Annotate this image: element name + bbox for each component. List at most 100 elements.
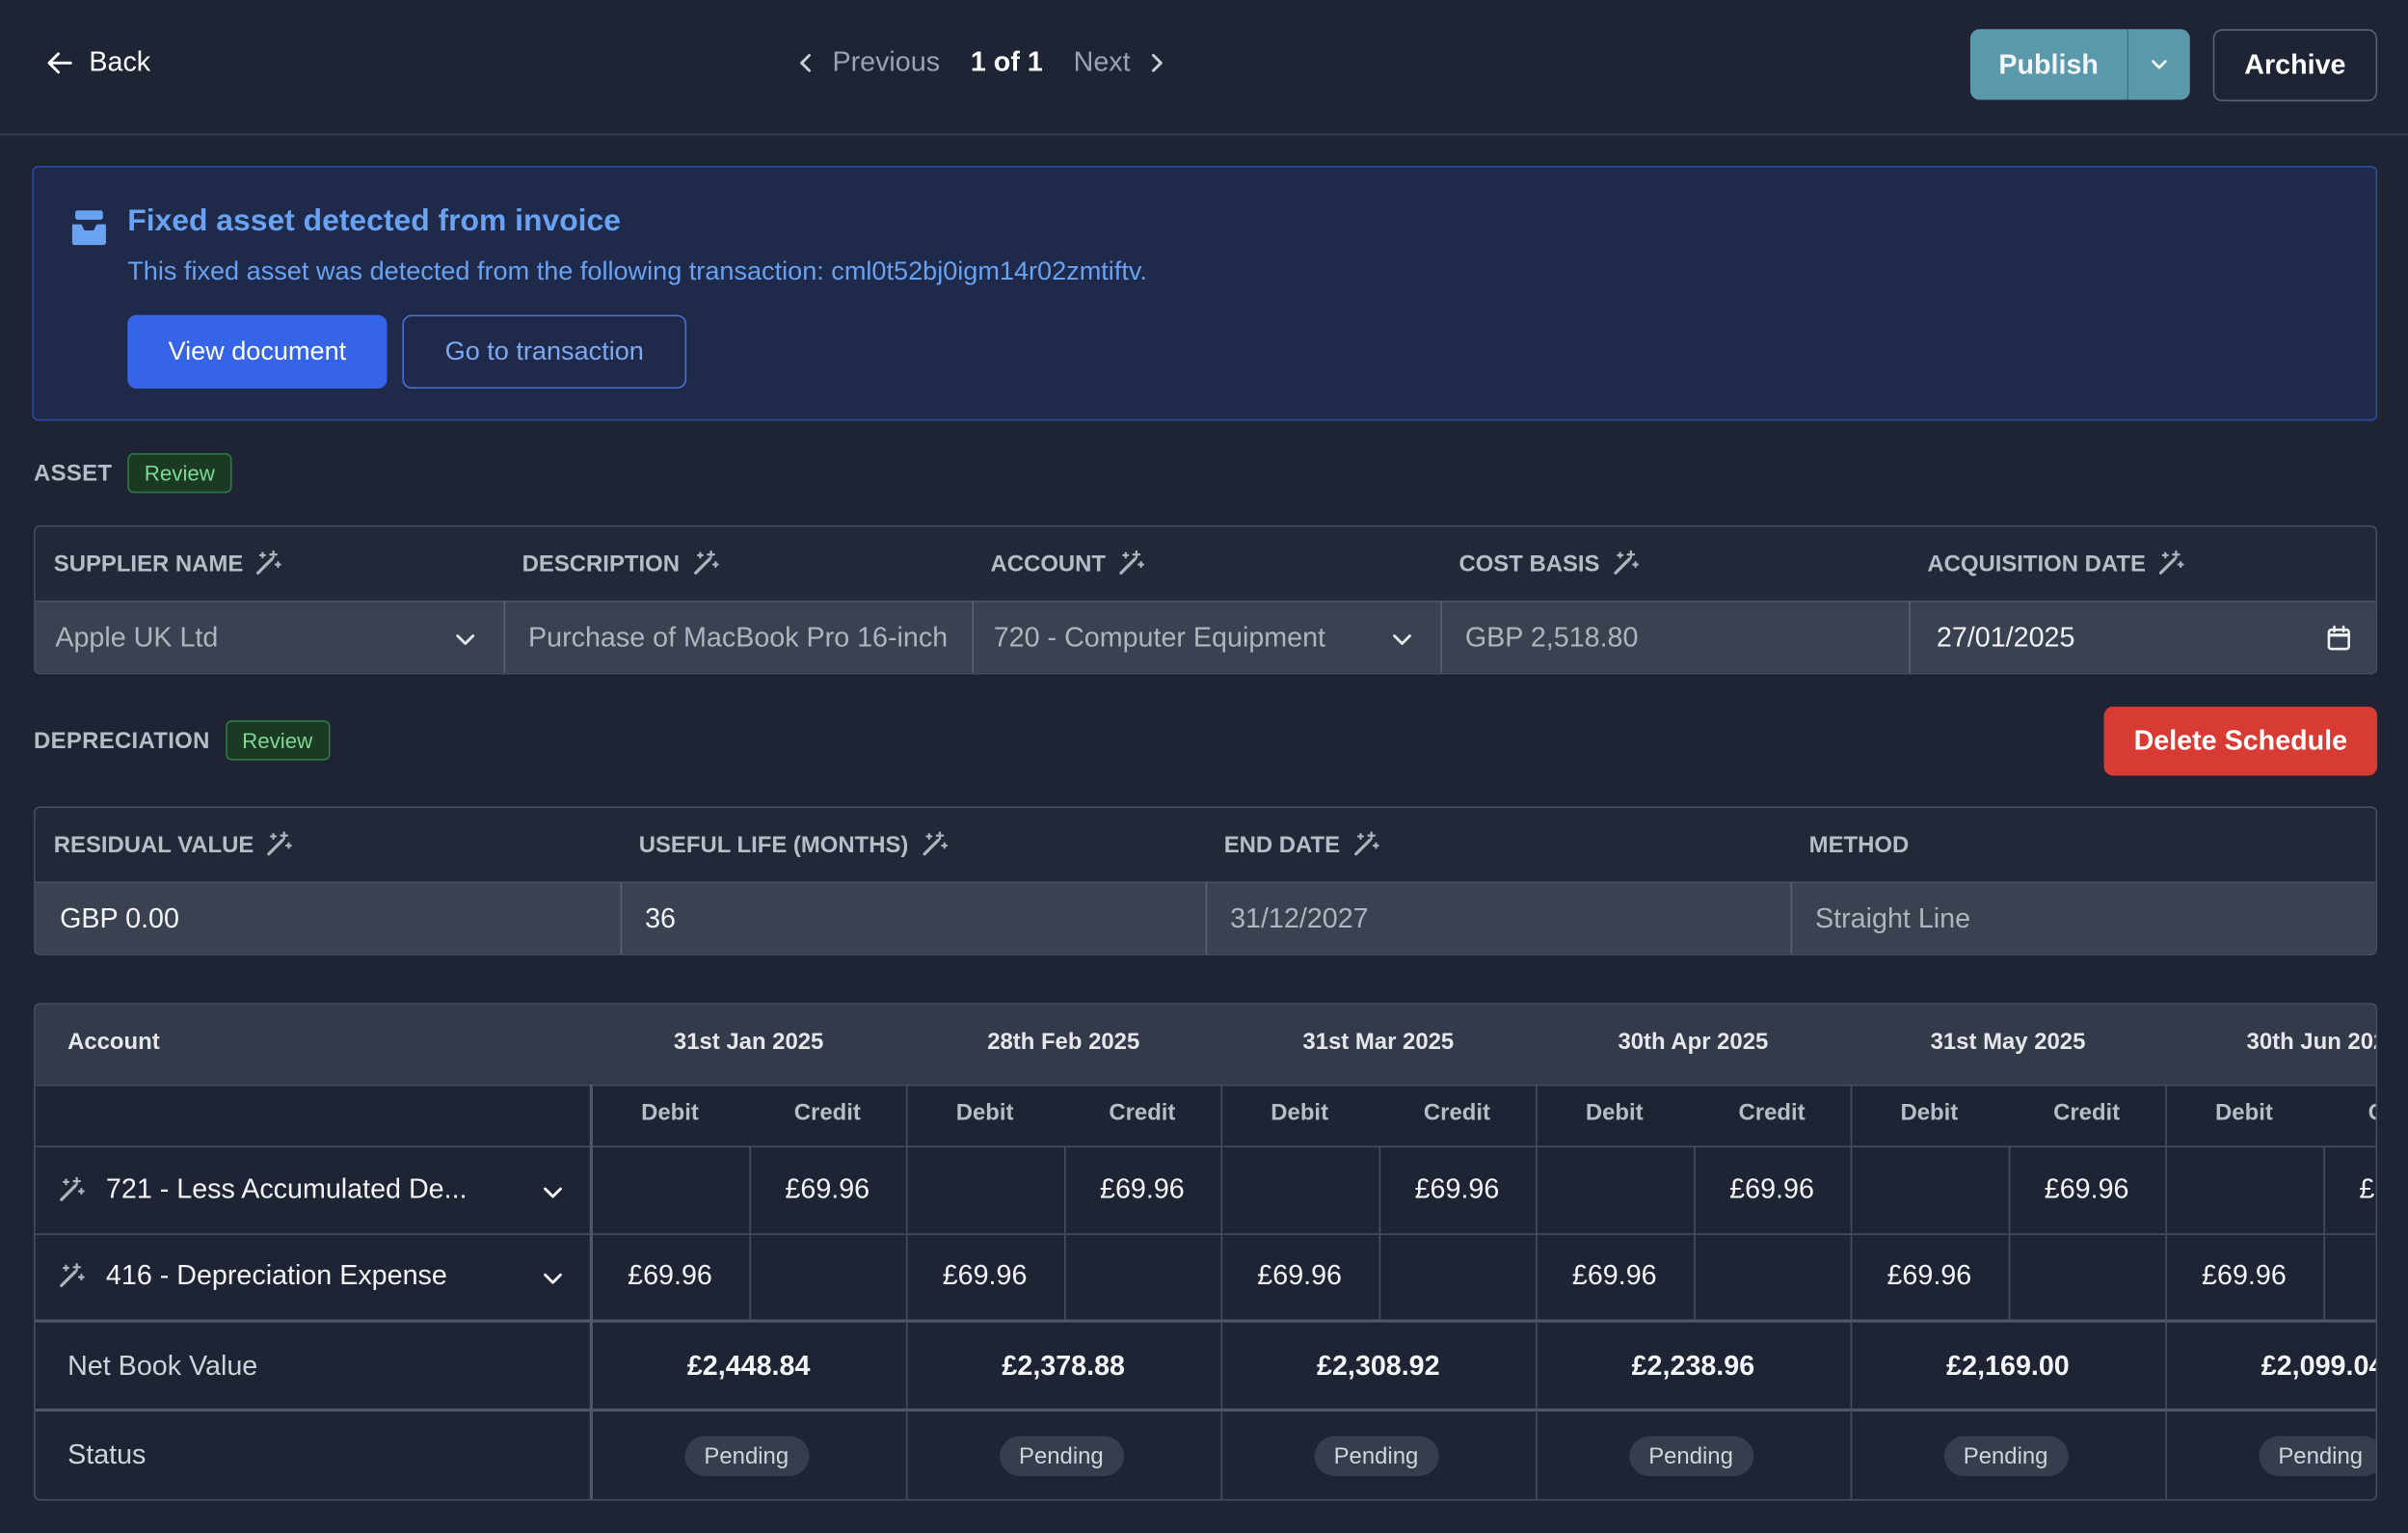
cost-basis-input[interactable]: GBP 2,518.80 — [1440, 600, 1910, 673]
end-date-value: 31/12/2027 — [1230, 902, 1369, 934]
credit-header: Credit — [2053, 1099, 2121, 1126]
banner-title: Fixed asset detected from invoice — [127, 203, 621, 238]
view-document-button[interactable]: View document — [127, 314, 388, 390]
description-header-label: DESCRIPTION — [522, 551, 680, 578]
account-column-divider — [589, 1084, 593, 1499]
row-account-select[interactable]: 416 - Depreciation Expense — [106, 1259, 447, 1291]
net-book-value-cell: £2,308.92 — [1317, 1350, 1440, 1382]
top-bar: Back Previous 1 of 1 Next Publish Archiv… — [0, 0, 2408, 136]
end-date-header-label: END DATE — [1223, 831, 1341, 858]
method-input[interactable]: Straight Line — [1790, 881, 2376, 955]
status-badge: Pending — [1313, 1436, 1439, 1476]
status-badge: Pending — [1628, 1436, 1753, 1476]
account-value: 720 - Computer Equipment — [993, 622, 1326, 654]
previous-button[interactable]: Previous — [795, 46, 940, 78]
period-header: 31st Mar 2025 — [1302, 1029, 1455, 1056]
supplier-name-header-label: SUPPLIER NAME — [53, 551, 244, 578]
credit-cell[interactable]: £69.96 — [2323, 1173, 2375, 1205]
debit-cell[interactable]: £69.96 — [2165, 1259, 2322, 1291]
depreciation-fields: RESIDUAL VALUE USEFUL LIFE (MONTHS) END … — [34, 806, 2378, 955]
acquisition-date-input[interactable]: 27/01/2025 — [1909, 600, 2376, 673]
column-divider — [905, 1084, 908, 1499]
period-header: 31st Jan 2025 — [673, 1029, 824, 1056]
debit-credit-divider — [1378, 1145, 1380, 1320]
magic-wand-icon — [1119, 550, 1144, 575]
row-account-select[interactable]: 721 - Less Accumulated De... — [106, 1173, 468, 1205]
debit-cell[interactable]: £69.96 — [906, 1259, 1063, 1291]
chevron-down-icon — [456, 634, 475, 645]
supplier-name-select[interactable]: Apple UK Ltd — [35, 600, 504, 673]
debit-cell[interactable]: £69.96 — [1221, 1259, 1378, 1291]
debit-credit-divider — [1693, 1145, 1695, 1320]
period-header: 30th Apr 2025 — [1618, 1029, 1769, 1056]
description-input[interactable]: Purchase of MacBook Pro 16-inch — [503, 600, 973, 673]
debit-header: Debit — [955, 1099, 1014, 1126]
period-header: 28th Feb 2025 — [987, 1029, 1140, 1056]
inbox-icon — [71, 210, 106, 246]
residual-value-input[interactable]: GBP 0.00 — [35, 881, 621, 955]
status-badge: Pending — [1943, 1436, 2069, 1476]
chevron-down-icon[interactable] — [539, 1178, 567, 1206]
account-select[interactable]: 720 - Computer Equipment — [972, 600, 1441, 673]
depreciation-review-badge: Review — [225, 720, 330, 761]
page: Back Previous 1 of 1 Next Publish Archiv… — [0, 0, 2408, 1533]
publish-button-group: Publish — [1969, 29, 2190, 100]
method-value: Straight Line — [1815, 902, 1971, 934]
back-button[interactable]: Back — [46, 46, 150, 78]
publish-button[interactable]: Publish — [1970, 29, 2127, 99]
calendar-icon[interactable] — [2327, 625, 2351, 651]
end-date-input[interactable]: 31/12/2027 — [1205, 881, 1791, 955]
archive-button[interactable]: Archive — [2212, 29, 2378, 102]
chevron-down-icon — [1393, 634, 1411, 645]
description-value: Purchase of MacBook Pro 16-inch — [528, 622, 947, 654]
credit-cell[interactable]: £69.96 — [1693, 1173, 1850, 1205]
row-divider — [35, 1408, 2376, 1412]
debit-header: Debit — [2215, 1099, 2273, 1126]
account-header-label: ACCOUNT — [990, 551, 1107, 578]
subheader-divider — [35, 1145, 2376, 1148]
column-divider — [1220, 1084, 1223, 1499]
credit-cell[interactable]: £69.96 — [2008, 1173, 2165, 1205]
debit-cell[interactable]: £69.96 — [1536, 1259, 1693, 1291]
account-column-header: Account — [67, 1029, 160, 1056]
chevron-right-icon — [1152, 53, 1163, 71]
method-header: METHOD — [1791, 808, 2376, 881]
acquisition-date-header: ACQUISITION DATE — [1909, 526, 2375, 600]
header-divider — [35, 1084, 2376, 1087]
net-book-value-label: Net Book Value — [67, 1350, 258, 1382]
go-to-transaction-button[interactable]: Go to transaction — [402, 314, 687, 390]
residual-value-header: RESIDUAL VALUE — [36, 808, 621, 881]
cost-basis-header-label: COST BASIS — [1458, 551, 1600, 578]
end-date-header: END DATE — [1206, 808, 1791, 881]
delete-schedule-button[interactable]: Delete Schedule — [2103, 706, 2378, 776]
net-book-value-cell: £2,099.04 — [2261, 1350, 2378, 1382]
credit-cell[interactable]: £69.96 — [1378, 1173, 1536, 1205]
asset-review-badge: Review — [127, 452, 232, 494]
period-header: 31st May 2025 — [1930, 1029, 2086, 1056]
net-book-value-cell: £2,169.00 — [1946, 1350, 2070, 1382]
credit-cell[interactable]: £69.96 — [1063, 1173, 1220, 1205]
cost-basis-header: COST BASIS — [1440, 526, 1909, 600]
magic-wand-icon — [922, 831, 948, 856]
residual-value-value: GBP 0.00 — [60, 902, 179, 934]
cost-basis-value: GBP 2,518.80 — [1464, 622, 1639, 654]
debit-credit-divider — [748, 1145, 751, 1320]
debit-cell[interactable]: £69.96 — [591, 1259, 748, 1291]
detection-banner: Fixed asset detected from invoice This f… — [32, 166, 2378, 421]
useful-life-input[interactable]: 36 — [620, 881, 1206, 955]
publish-options-button[interactable] — [2127, 29, 2189, 100]
debit-cell[interactable]: £69.96 — [1851, 1259, 2008, 1291]
chevron-down-icon[interactable] — [539, 1264, 567, 1292]
row-divider — [35, 1319, 2376, 1323]
useful-life-value: 36 — [645, 902, 677, 934]
row-divider — [35, 1233, 2376, 1235]
next-label: Next — [1073, 45, 1131, 77]
debit-header: Debit — [641, 1099, 699, 1126]
magic-wand-icon — [60, 1176, 85, 1201]
useful-life-header-label: USEFUL LIFE (MONTHS) — [638, 831, 909, 858]
credit-cell[interactable]: £69.96 — [749, 1173, 906, 1205]
next-button[interactable]: Next — [1074, 46, 1167, 78]
schedule-table: Account 721 - Less Accumulated De... 416… — [34, 1003, 2378, 1501]
method-header-label: METHOD — [1808, 831, 1910, 858]
debit-header: Debit — [1271, 1099, 1329, 1126]
